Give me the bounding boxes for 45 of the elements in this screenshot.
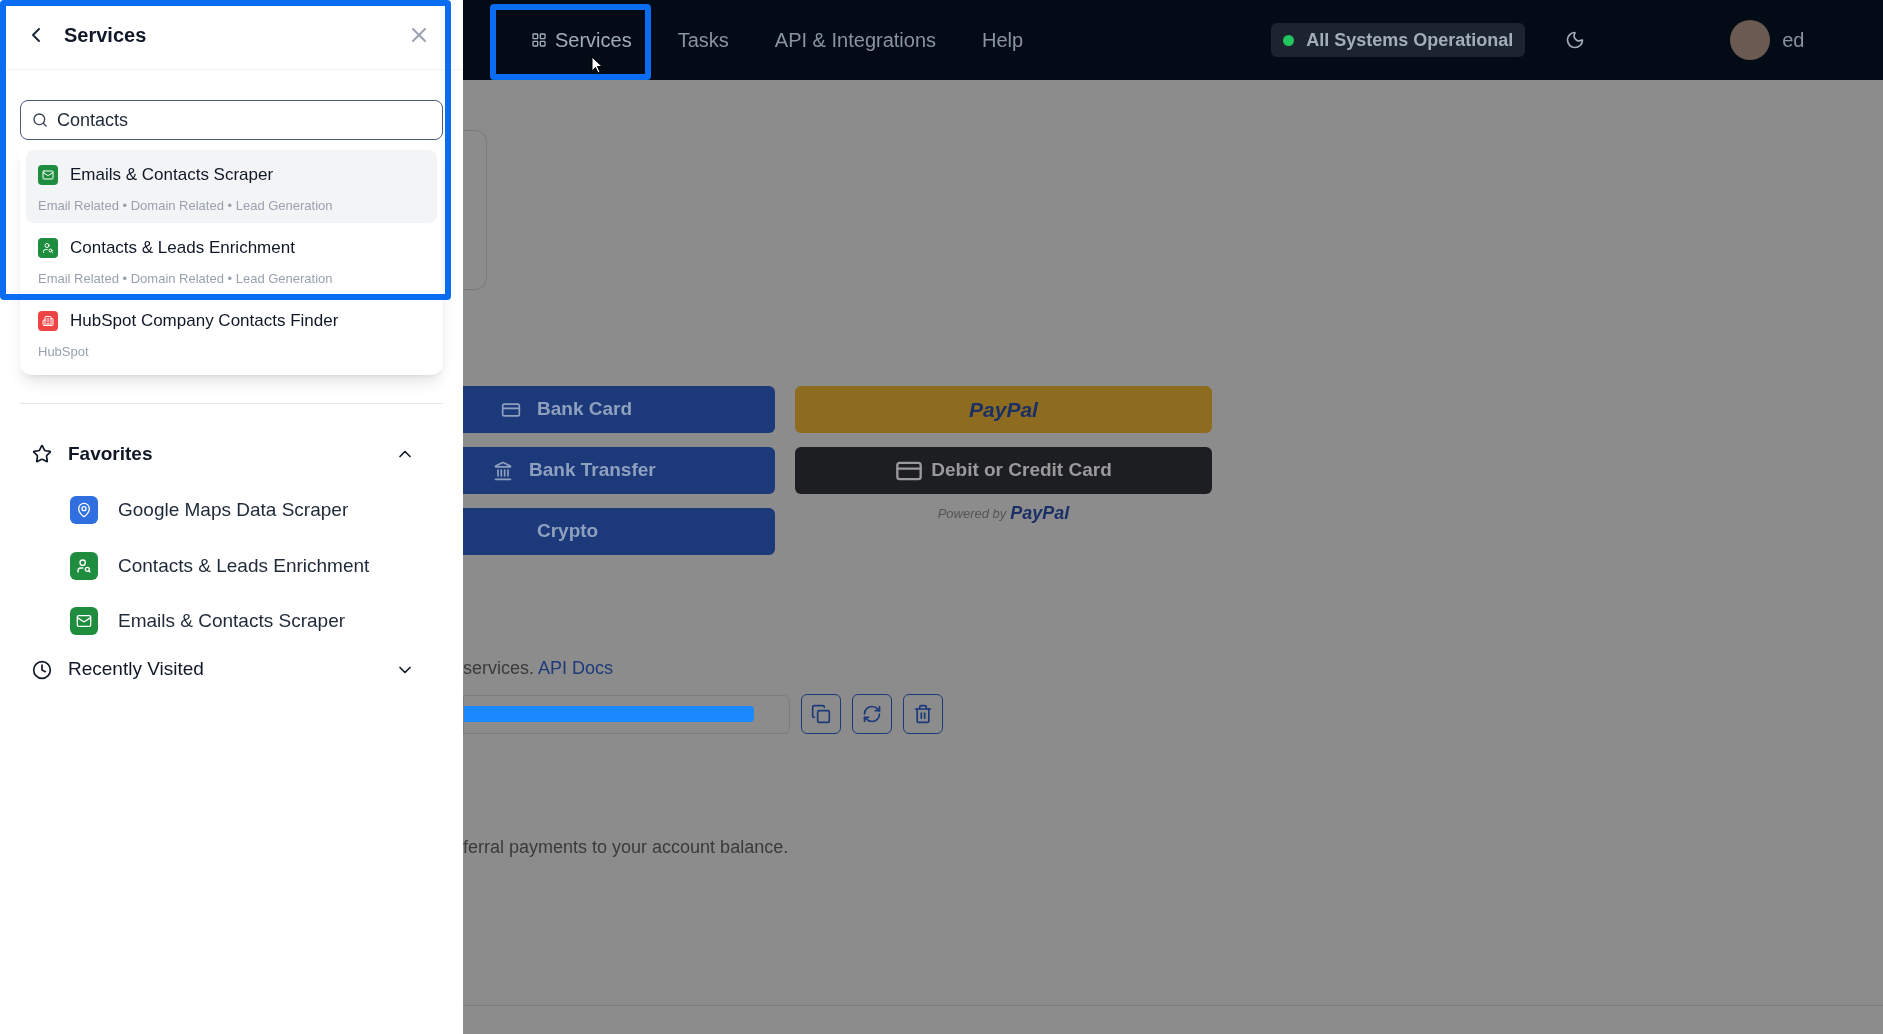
nav-link[interactable]: Help xyxy=(974,17,1032,63)
copy-button[interactable] xyxy=(801,694,841,734)
favorite-item[interactable]: Google Maps Data Scraper xyxy=(70,496,431,525)
referral-text: ferral payments to your account balance. xyxy=(463,836,790,859)
search-field[interactable]: Contacts xyxy=(20,100,443,140)
trash-icon xyxy=(913,704,933,724)
cursor-icon xyxy=(591,56,603,74)
copy-icon xyxy=(811,704,831,724)
card-payment-button[interactable]: Debit or Credit Card xyxy=(795,447,1212,494)
avatar[interactable] xyxy=(1730,20,1771,60)
star-icon xyxy=(32,444,52,464)
nav-link[interactable]: Services xyxy=(523,17,640,63)
status-pill[interactable]: All Systems Operational xyxy=(1271,23,1526,57)
payment-method-button[interactable]: Bank Card xyxy=(463,386,775,433)
section-header[interactable]: Favorites xyxy=(32,436,431,472)
result-title: HubSpot Company Contacts Finder xyxy=(70,310,339,332)
api-key-field[interactable] xyxy=(463,694,790,734)
clock-icon xyxy=(32,659,52,680)
favorite-label: Contacts & Leads Enrichment xyxy=(118,553,370,578)
payment-method-button[interactable]: Crypto xyxy=(463,508,775,555)
grid-icon xyxy=(531,32,547,48)
favorite-item[interactable]: Contacts & Leads Enrichment xyxy=(70,551,431,580)
search-result[interactable]: Emails & Contacts Scraper Email Related • Domain Related • Lead Generation xyxy=(26,150,437,223)
section-header[interactable]: Recently Visited xyxy=(32,651,431,688)
nav-link[interactable]: Tasks xyxy=(669,17,737,63)
nav-link[interactable]: API & Integrations xyxy=(766,17,945,63)
user-name: ed xyxy=(1782,28,1805,53)
favorite-label: Google Maps Data Scraper xyxy=(118,498,349,522)
refresh-icon xyxy=(862,704,882,724)
result-title: Emails & Contacts Scraper xyxy=(70,164,274,186)
delete-button[interactable] xyxy=(903,694,943,734)
result-tags: Email Related • Domain Related • Lead Generation xyxy=(38,268,425,288)
result-title: Contacts & Leads Enrichment xyxy=(70,237,295,259)
paypal-logo: PayPal xyxy=(1010,502,1070,525)
favorite-label: Emails & Contacts Scraper xyxy=(118,609,346,633)
search-icon xyxy=(32,112,48,128)
drawer-title: Services xyxy=(64,22,148,48)
favorite-item[interactable]: Emails & Contacts Scraper xyxy=(70,607,431,636)
bank-icon xyxy=(493,460,513,481)
api-description: services. xyxy=(463,657,534,680)
theme-toggle-icon[interactable] xyxy=(1565,30,1586,50)
payment-method-button[interactable]: Bank Transfer xyxy=(463,447,775,494)
result-tags: HubSpot xyxy=(38,341,425,361)
refresh-button[interactable] xyxy=(852,694,892,734)
result-tags: Email Related • Domain Related • Lead Generation xyxy=(38,195,425,215)
